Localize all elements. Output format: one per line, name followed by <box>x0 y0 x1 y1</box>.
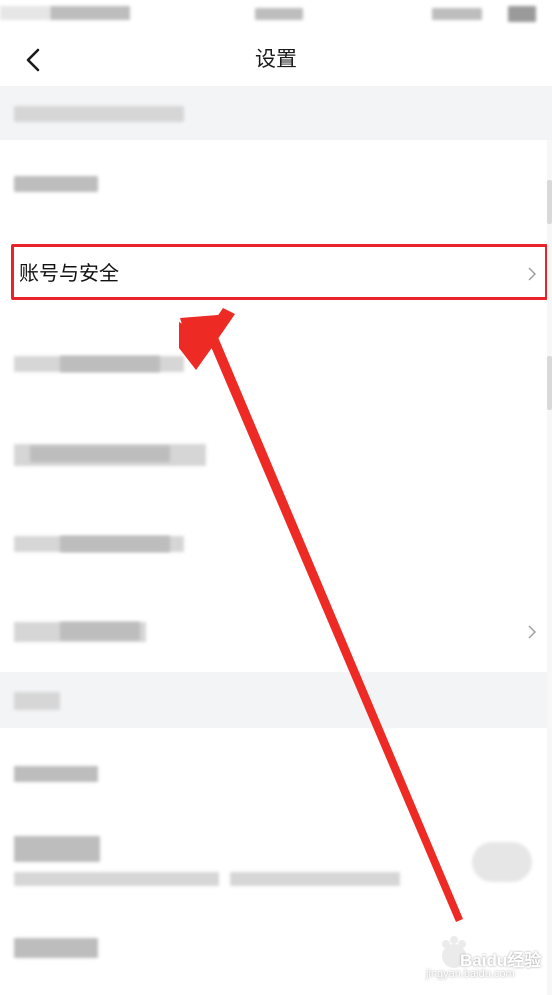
nav-header: 设置 <box>0 34 552 86</box>
settings-row[interactable] <box>0 316 546 404</box>
scrollbar-track[interactable] <box>547 140 552 995</box>
settings-row[interactable] <box>0 728 546 816</box>
chevron-right-icon <box>528 267 536 281</box>
section-header <box>0 86 552 140</box>
status-bar <box>0 0 552 34</box>
settings-row[interactable] <box>0 140 546 228</box>
watermark-url: jingyan.baidu.com <box>426 968 515 980</box>
chevron-right-icon <box>528 625 536 639</box>
settings-row-label: 账号与安全 <box>19 261 119 285</box>
scrollbar-thumb[interactable] <box>547 180 552 224</box>
section-header <box>0 672 552 728</box>
settings-row[interactable] <box>0 584 546 672</box>
settings-row[interactable] <box>0 408 546 496</box>
scrollbar-thumb[interactable] <box>547 356 552 410</box>
page-title: 设置 <box>255 47 297 71</box>
settings-row[interactable] <box>0 496 546 584</box>
settings-row[interactable] <box>0 816 546 920</box>
